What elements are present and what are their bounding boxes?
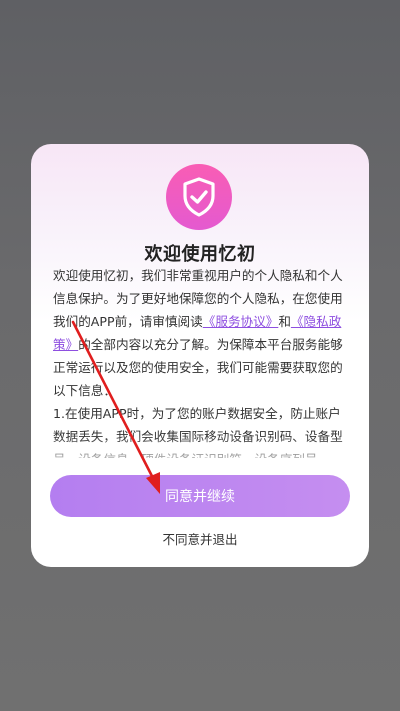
- text-fade: [31, 436, 369, 476]
- privacy-text-and: 和: [278, 314, 291, 329]
- privacy-dialog: 欢迎使用忆初 欢迎使用忆初，我们非常重视用户的个人隐私和个人信息保护。为了更好地…: [31, 144, 369, 567]
- privacy-text-details: 的全部内容以充分了解。为保障本平台服务能够正常运行以及您的使用安全，我们可能需要…: [53, 337, 343, 398]
- dialog-title: 欢迎使用忆初: [144, 244, 256, 265]
- disagree-exit-button[interactable]: 不同意并退出: [31, 529, 369, 548]
- service-agreement-link[interactable]: 《服务协议》: [203, 314, 279, 329]
- agree-continue-button[interactable]: 同意并继续: [50, 475, 350, 517]
- shield-check-icon: [166, 164, 232, 230]
- privacy-text: 欢迎使用忆初，我们非常重视用户的个人隐私和个人信息保护。为了更好地保障您的个人隐…: [53, 264, 349, 458]
